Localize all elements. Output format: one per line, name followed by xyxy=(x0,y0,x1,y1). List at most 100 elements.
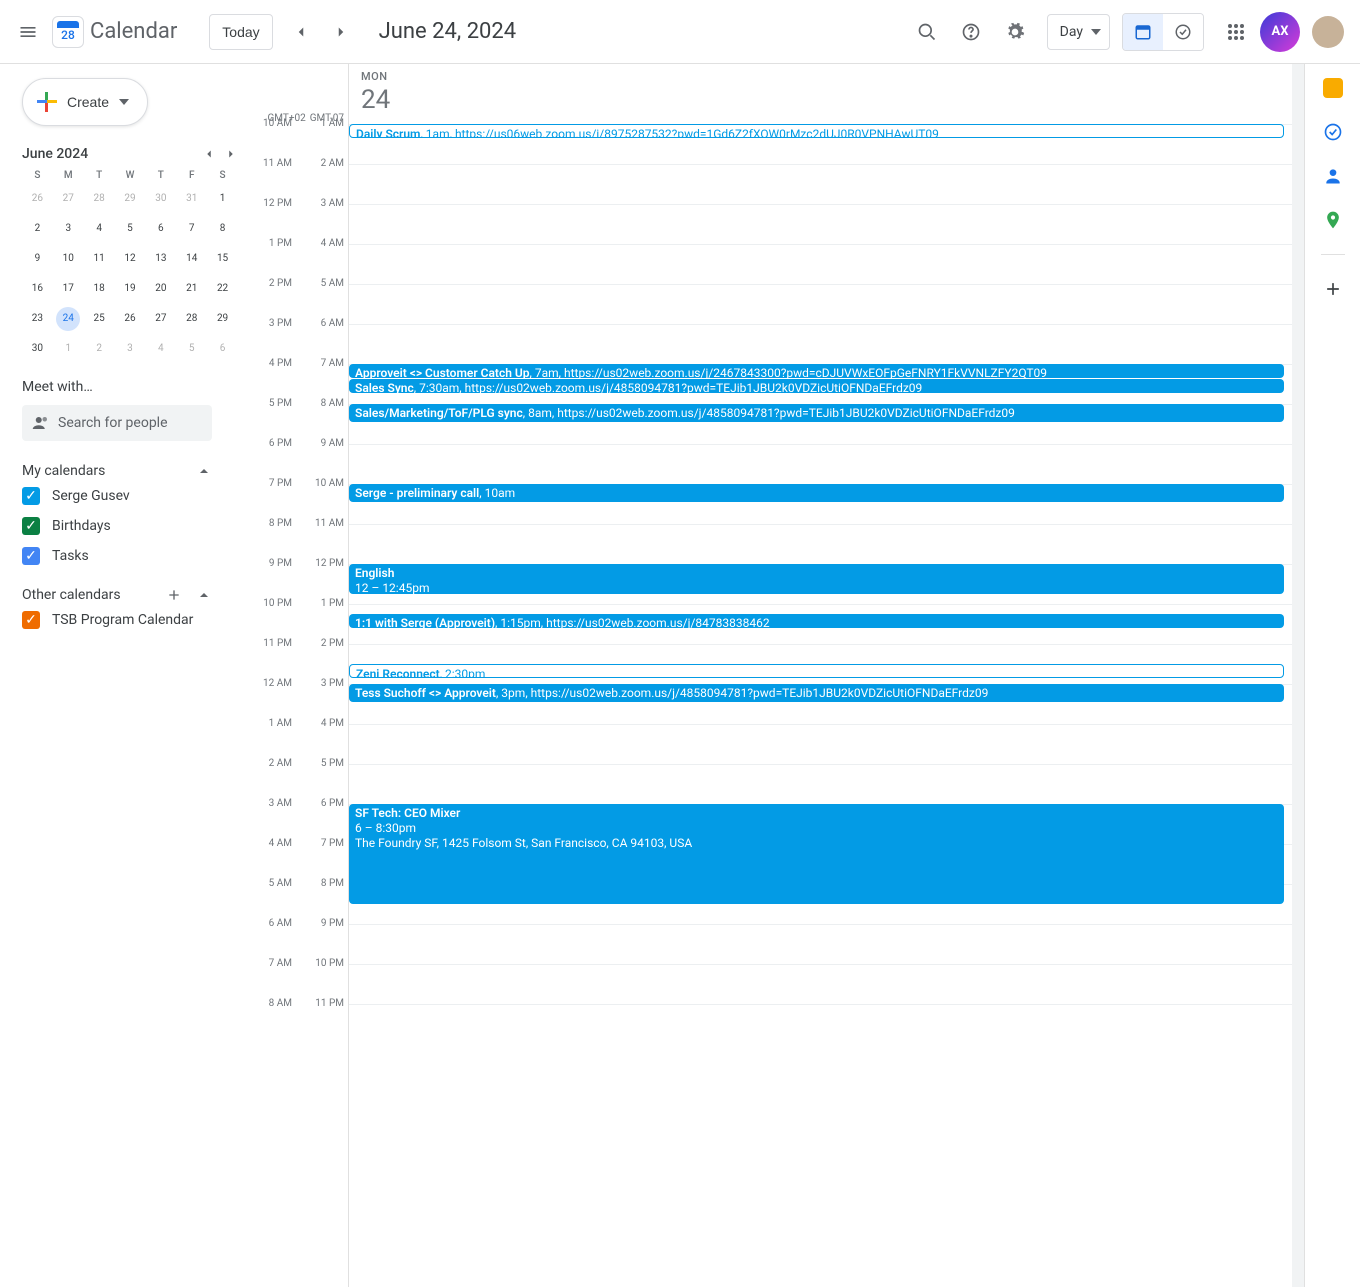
mini-cal-day[interactable]: 28 xyxy=(84,187,115,211)
calendar-event[interactable]: Approveit <> Customer Catch Up, 7am, htt… xyxy=(349,364,1284,378)
hour-label-row: 5 AM8 PM xyxy=(248,878,348,918)
plus-icon xyxy=(166,587,182,603)
mini-cal-day[interactable]: 13 xyxy=(145,247,176,271)
mini-cal-day[interactable]: 4 xyxy=(84,217,115,241)
maps-icon[interactable] xyxy=(1323,210,1343,230)
calendar-checkbox[interactable]: ✓ xyxy=(22,547,40,565)
mini-cal-day[interactable]: 29 xyxy=(207,307,238,331)
mini-cal-day[interactable]: 9 xyxy=(22,247,53,271)
chevron-left-icon xyxy=(202,147,216,161)
search-people-input[interactable]: Search for people xyxy=(22,405,212,441)
caret-down-icon xyxy=(1091,29,1101,35)
create-label: Create xyxy=(67,94,109,110)
today-button[interactable]: Today xyxy=(209,14,272,50)
hour-label-row: 3 PM6 AM xyxy=(248,318,348,358)
keep-icon[interactable] xyxy=(1323,78,1343,98)
mini-cal-day[interactable]: 17 xyxy=(53,277,84,301)
mini-cal-day[interactable]: 15 xyxy=(207,247,238,271)
add-calendar-button[interactable] xyxy=(166,587,182,603)
mini-cal-day[interactable]: 6 xyxy=(207,337,238,361)
extension-badge[interactable]: AX xyxy=(1260,12,1300,52)
calendar-checkbox[interactable]: ✓ xyxy=(22,611,40,629)
mini-cal-day[interactable]: 19 xyxy=(115,277,146,301)
mini-cal-day[interactable]: 16 xyxy=(22,277,53,301)
mini-cal-day[interactable]: 7 xyxy=(176,217,207,241)
calendar-view-button[interactable] xyxy=(1123,14,1163,50)
mini-cal-day[interactable]: 25 xyxy=(84,307,115,331)
mini-cal-day[interactable]: 5 xyxy=(176,337,207,361)
mini-cal-day[interactable]: 27 xyxy=(145,307,176,331)
tasks-icon[interactable] xyxy=(1323,122,1343,142)
mini-cal-day[interactable]: 30 xyxy=(145,187,176,211)
account-avatar[interactable] xyxy=(1312,16,1344,48)
calendar-event[interactable]: Zeni Reconnect, 2:30pm xyxy=(349,664,1284,678)
vertical-scrollbar[interactable] xyxy=(1292,64,1304,1287)
calendar-event[interactable]: Serge - preliminary call, 10am xyxy=(349,484,1284,502)
mini-cal-day[interactable]: 31 xyxy=(176,187,207,211)
mini-cal-day[interactable]: 29 xyxy=(115,187,146,211)
mini-cal-day[interactable]: 5 xyxy=(115,217,146,241)
mini-cal-day[interactable]: 11 xyxy=(84,247,115,271)
hour-label-row: 11 AM2 AM xyxy=(248,158,348,198)
calendar-event[interactable]: English12 – 12:45pm xyxy=(349,564,1284,594)
plus-icon xyxy=(37,92,57,112)
mini-cal-next[interactable] xyxy=(224,147,238,161)
search-icon xyxy=(917,22,937,42)
calendar-event[interactable]: Daily Scrum, 1am, https://us06web.zoom.u… xyxy=(349,124,1284,138)
calendar-item[interactable]: ✓Serge Gusev xyxy=(22,487,238,505)
calendar-name: Tasks xyxy=(52,548,89,564)
support-button[interactable] xyxy=(951,12,991,52)
mini-cal-day[interactable]: 18 xyxy=(84,277,115,301)
settings-button[interactable] xyxy=(995,12,1035,52)
mini-cal-day[interactable]: 1 xyxy=(207,187,238,211)
calendar-item[interactable]: ✓TSB Program Calendar xyxy=(22,611,238,629)
mini-cal-day[interactable]: 27 xyxy=(53,187,84,211)
calendar-event[interactable]: Sales/Marketing/ToF/PLG sync, 8am, https… xyxy=(349,404,1284,422)
next-day-button[interactable] xyxy=(321,12,361,52)
mini-cal-day[interactable]: 2 xyxy=(22,217,53,241)
mini-cal-day[interactable]: 26 xyxy=(115,307,146,331)
mini-cal-day[interactable]: 1 xyxy=(53,337,84,361)
get-addons-button[interactable] xyxy=(1323,279,1343,299)
search-button[interactable] xyxy=(907,12,947,52)
mini-cal-day[interactable]: 2 xyxy=(84,337,115,361)
tasks-view-button[interactable] xyxy=(1163,14,1203,50)
mini-cal-day[interactable]: 14 xyxy=(176,247,207,271)
contacts-icon[interactable] xyxy=(1323,166,1343,186)
calendar-event[interactable]: 1:1 with Serge (Approveit), 1:15pm, http… xyxy=(349,614,1284,628)
mini-cal-day[interactable]: 30 xyxy=(22,337,53,361)
mini-cal-day[interactable]: 6 xyxy=(145,217,176,241)
mini-cal-day[interactable]: 28 xyxy=(176,307,207,331)
mini-cal-day[interactable]: 21 xyxy=(176,277,207,301)
caret-down-icon xyxy=(119,99,129,105)
hour-label-row: 7 PM10 AM xyxy=(248,478,348,518)
my-calendars-toggle[interactable] xyxy=(196,463,212,479)
help-icon xyxy=(961,22,981,42)
create-button[interactable]: Create xyxy=(22,78,148,126)
other-calendars-toggle[interactable] xyxy=(196,587,212,603)
mini-cal-day[interactable]: 3 xyxy=(115,337,146,361)
sidebar: Create June 2024 SMTWTFS2627282930311234… xyxy=(0,64,248,1287)
google-apps-button[interactable] xyxy=(1216,12,1256,52)
mini-cal-day[interactable]: 4 xyxy=(145,337,176,361)
mini-cal-day[interactable]: 23 xyxy=(22,307,53,331)
calendar-checkbox[interactable]: ✓ xyxy=(22,487,40,505)
mini-cal-prev[interactable] xyxy=(202,147,216,161)
main-menu-button[interactable] xyxy=(8,12,48,52)
mini-cal-day[interactable]: 22 xyxy=(207,277,238,301)
calendar-event[interactable]: Tess Suchoff <> Approveit, 3pm, https://… xyxy=(349,684,1284,702)
calendar-event[interactable]: Sales Sync, 7:30am, https://us02web.zoom… xyxy=(349,379,1284,393)
mini-cal-day[interactable]: 3 xyxy=(53,217,84,241)
calendar-event[interactable]: SF Tech: CEO Mixer6 – 8:30pmThe Foundry … xyxy=(349,804,1284,904)
calendar-checkbox[interactable]: ✓ xyxy=(22,517,40,535)
view-selector[interactable]: Day xyxy=(1047,14,1110,50)
calendar-item[interactable]: ✓Birthdays xyxy=(22,517,238,535)
calendar-item[interactable]: ✓ Tasks xyxy=(22,547,238,565)
mini-cal-day[interactable]: 12 xyxy=(115,247,146,271)
mini-cal-day[interactable]: 10 xyxy=(53,247,84,271)
mini-cal-day[interactable]: 24 xyxy=(56,307,80,331)
mini-cal-day[interactable]: 20 xyxy=(145,277,176,301)
mini-cal-day[interactable]: 8 xyxy=(207,217,238,241)
prev-day-button[interactable] xyxy=(281,12,321,52)
mini-cal-day[interactable]: 26 xyxy=(22,187,53,211)
